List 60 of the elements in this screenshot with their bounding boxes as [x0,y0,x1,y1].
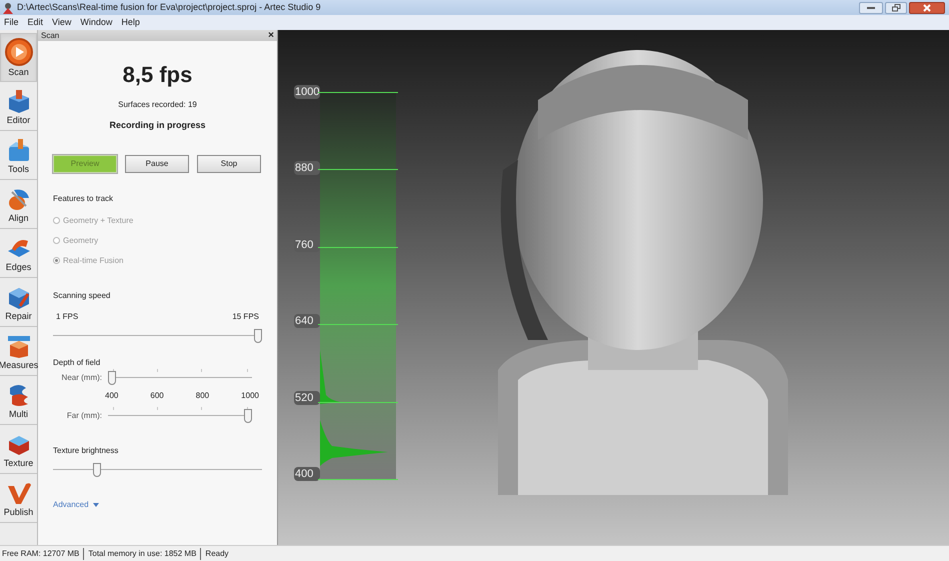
tick-label: 800 [196,390,210,402]
surfaces-count: Surfaces recorded: 19 [117,99,198,111]
menu-item[interactable]: File [4,16,19,30]
slider-thumb[interactable] [93,462,102,476]
tool-button[interactable]: Multi [0,376,37,425]
tool-button[interactable]: Texture [0,425,37,474]
slider-thumb[interactable] [244,408,252,422]
tick-label: 600 [150,390,164,402]
action-button[interactable]: Pause [125,154,189,172]
minimize-button[interactable] [859,2,883,14]
close-button[interactable] [909,2,945,14]
depth-label: 1000 [294,85,320,99]
menu-item[interactable]: Edit [28,16,44,30]
depth-label: 760 [294,238,320,252]
depth-label: 640 [294,314,320,328]
tool-button[interactable]: Repair [0,278,37,327]
menu-item[interactable]: Window [80,16,112,30]
fps-readout: 8,5 fps [122,61,194,89]
option-label: Real-time Fusion [63,254,124,266]
far-label: Far (mm): [66,410,102,422]
tool-button[interactable]: Publish [0,474,37,523]
min-label: 1 FPS [56,310,78,322]
app-icon [2,2,14,14]
window-title: D:\Artec\Scans\Real-time fusion for Eva\project\project.sproj - Artec Studio 9 [17,0,321,14]
option-label: Geometry + Texture [63,214,134,226]
section-label: Texture brightness [53,444,120,456]
menu-item[interactable]: View [52,16,72,30]
tool-button[interactable]: Scan [0,33,37,82]
near-label: Near (mm): [60,372,102,384]
minimize-icon [867,6,875,9]
option-label: Geometry [63,234,98,246]
depth-label: 400 [294,466,320,481]
max-label: 15 FPS [232,310,259,322]
panel-title: Scan [41,30,60,42]
restore-icon [892,4,900,12]
menu-item[interactable]: Help [121,16,140,30]
caret-icon [92,502,99,506]
section-label: Depth of field [53,356,102,368]
section-label: Scanning speed [53,290,112,302]
depth-label: 880 [294,161,320,176]
status-text: Ready [200,548,229,560]
tool-button[interactable]: Editor [0,82,37,131]
section-label: Features to track [53,192,114,204]
depth-label: 520 [294,390,320,405]
slider-thumb[interactable] [108,370,116,384]
advanced-link[interactable]: Advanced [53,498,99,510]
action-button[interactable]: Stop [197,154,261,172]
recording-status: Recording in progress [108,119,207,132]
status-text: Total memory in use: 1852 MB [83,548,196,560]
tool-button[interactable]: Tools [0,131,37,180]
restore-button[interactable] [885,2,907,14]
slider-thumb[interactable] [254,328,262,342]
play-icon [4,38,32,66]
status-text: Free RAM: 12707 MB [2,548,80,560]
close-icon [923,4,931,12]
tick-label: 1000 [241,390,259,402]
tool-button[interactable]: Align [0,180,37,229]
tool-button[interactable]: Edges [0,229,37,278]
tick-label: 400 [105,390,118,402]
close-button[interactable]: × [268,30,274,40]
